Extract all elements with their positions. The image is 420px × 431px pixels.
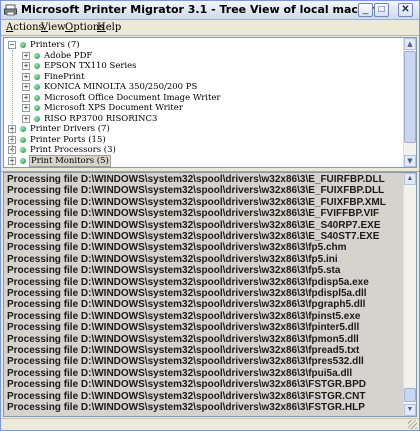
scroll-thumb[interactable] bbox=[404, 388, 416, 402]
menu-actions[interactable]: Actions bbox=[6, 22, 44, 33]
tree-node-label: Printer Ports (15) bbox=[30, 134, 106, 145]
scroll-down-icon[interactable]: ▼ bbox=[404, 404, 416, 416]
log-line: Processing file D:\WINDOWS\system32\spoo… bbox=[7, 208, 380, 220]
tree-scrollbar[interactable]: ▲ ▼ bbox=[403, 38, 416, 167]
green-node-icon bbox=[34, 63, 40, 69]
log-line: Processing file D:\WINDOWS\system32\spoo… bbox=[7, 174, 385, 185]
green-node-icon bbox=[34, 52, 40, 59]
tree-node-label: Printer Drivers (7) bbox=[30, 124, 110, 134]
tree-node-root[interactable]: + Print Monitors (5) bbox=[4, 154, 402, 167]
plus-box-icon[interactable]: + bbox=[22, 51, 30, 60]
green-node-icon bbox=[20, 147, 26, 153]
title-bar[interactable]: Microsoft Printer Migrator 3.1 - Tree Vi… bbox=[1, 1, 419, 20]
tree-view[interactable]: ▲ ▼ − Printers (7) + Adobe PDF + EPSON TX110 … bbox=[3, 37, 417, 168]
tree-node-label: Print Monitors (5) bbox=[29, 154, 111, 167]
log-scrollbar[interactable]: ▲ ▼ bbox=[403, 173, 416, 416]
tree-node-printer[interactable]: + KONICA MINOLTA 350/250/200 PS bbox=[4, 82, 402, 93]
green-node-icon bbox=[34, 105, 40, 111]
log-line: Processing file D:\WINDOWS\system32\spoo… bbox=[7, 288, 367, 299]
plus-box-icon[interactable]: + bbox=[22, 114, 30, 123]
app-window: Microsoft Printer Migrator 3.1 - Tree Vi… bbox=[0, 0, 420, 431]
tree-node-label: Adobe PDF bbox=[44, 50, 93, 61]
green-node-icon bbox=[20, 126, 26, 132]
log-line: Processing file D:\WINDOWS\system32\spoo… bbox=[7, 390, 366, 402]
tree-node-label: Microsoft Office Document Image Writer bbox=[44, 92, 221, 103]
log-line: Processing file D:\WINDOWS\system32\spoo… bbox=[7, 231, 380, 242]
log-line: Processing file D:\WINDOWS\system32\spoo… bbox=[7, 345, 360, 356]
minimize-button[interactable]: _ bbox=[358, 3, 373, 17]
green-node-icon bbox=[20, 42, 26, 48]
green-node-icon bbox=[34, 84, 40, 90]
maximize-button[interactable]: □ bbox=[374, 3, 389, 17]
scroll-up-icon[interactable]: ▲ bbox=[404, 38, 416, 50]
tree-node-root[interactable]: + Print Processors (3) bbox=[4, 145, 402, 156]
tree-node-label: RISO RP3700 RISORINC3 bbox=[44, 113, 158, 124]
plus-box-icon[interactable]: + bbox=[22, 104, 30, 112]
tree-node-label: Print Processors (3) bbox=[30, 145, 116, 155]
menu-bar: Actions View Options Help bbox=[1, 20, 419, 36]
menu-help[interactable]: Help bbox=[97, 22, 121, 33]
green-node-icon bbox=[20, 157, 26, 164]
log-line: Processing file D:\WINDOWS\system32\spoo… bbox=[7, 402, 365, 413]
plus-box-icon[interactable]: + bbox=[22, 72, 30, 81]
tree-node-printer[interactable]: + EPSON TX110 Series bbox=[4, 61, 402, 72]
resize-grip-icon[interactable] bbox=[408, 420, 417, 429]
tree-node-printers[interactable]: − Printers (7) bbox=[4, 40, 402, 51]
tree-node-label: Microsoft XPS Document Writer bbox=[44, 103, 183, 113]
tree-connector-line bbox=[12, 50, 13, 166]
plus-box-icon[interactable]: + bbox=[22, 93, 30, 102]
log-line: Processing file D:\WINDOWS\system32\spoo… bbox=[7, 379, 366, 391]
green-node-icon bbox=[34, 115, 40, 122]
log-line: Processing file D:\WINDOWS\system32\spoo… bbox=[7, 367, 353, 379]
scroll-up-icon[interactable]: ▲ bbox=[404, 173, 416, 185]
log-line: Processing file D:\WINDOWS\system32\spoo… bbox=[7, 185, 385, 197]
plus-box-icon[interactable]: + bbox=[22, 62, 30, 70]
window-title: Microsoft Printer Migrator 3.1 - Tree Vi… bbox=[21, 3, 385, 16]
tree-node-label: Printers (7) bbox=[30, 40, 80, 50]
status-bar bbox=[1, 418, 419, 430]
tree-node-printer[interactable]: + Microsoft Office Document Image Writer bbox=[4, 93, 402, 104]
log-line: Processing file D:\WINDOWS\system32\spoo… bbox=[7, 356, 364, 368]
green-node-icon bbox=[34, 73, 40, 80]
log-line: Processing file D:\WINDOWS\system32\spoo… bbox=[7, 242, 347, 254]
log-line: Processing file D:\WINDOWS\system32\spoo… bbox=[7, 310, 361, 322]
log-line: Processing file D:\WINDOWS\system32\spoo… bbox=[7, 333, 359, 345]
log-line: Processing file D:\WINDOWS\system32\spoo… bbox=[7, 322, 360, 334]
scroll-down-icon[interactable]: ▼ bbox=[404, 155, 416, 167]
tree-node-printer[interactable]: + Microsoft XPS Document Writer bbox=[4, 103, 402, 114]
tree-node-label: FinePrint bbox=[44, 71, 85, 82]
tree-node-printer[interactable]: + Adobe PDF bbox=[4, 51, 402, 62]
log-line: Processing file D:\WINDOWS\system32\spoo… bbox=[7, 299, 366, 311]
minus-box-icon[interactable]: − bbox=[8, 41, 16, 49]
printer-migrator-icon bbox=[4, 4, 17, 16]
tree-node-root[interactable]: + Printer Ports (15) bbox=[4, 135, 402, 146]
tree-node-root[interactable]: + Printer Drivers (7) bbox=[4, 124, 402, 135]
close-button[interactable]: ✕ bbox=[398, 3, 413, 17]
scroll-thumb[interactable] bbox=[404, 51, 416, 143]
green-node-icon bbox=[34, 94, 40, 101]
log-panel: ▲ ▼ Processing file D:\WINDOWS\system32\… bbox=[3, 172, 417, 417]
green-node-icon bbox=[20, 136, 26, 143]
menu-view[interactable]: View bbox=[41, 22, 66, 33]
log-line: Processing file D:\WINDOWS\system32\spoo… bbox=[7, 253, 338, 265]
log-line: Processing file D:\WINDOWS\system32\spoo… bbox=[7, 276, 369, 288]
tree-node-label: KONICA MINOLTA 350/250/200 PS bbox=[44, 82, 198, 92]
log-line: Processing file D:\WINDOWS\system32\spoo… bbox=[7, 219, 381, 231]
tree-node-printer[interactable]: + RISO RP3700 RISORINC3 bbox=[4, 114, 402, 125]
tree-node-printer[interactable]: + FinePrint bbox=[4, 72, 402, 83]
tree-node-label: EPSON TX110 Series bbox=[44, 61, 137, 71]
log-line: Processing file D:\WINDOWS\system32\spoo… bbox=[7, 196, 386, 208]
plus-box-icon[interactable]: + bbox=[22, 83, 30, 91]
log-line: Processing file D:\WINDOWS\system32\spoo… bbox=[7, 265, 341, 277]
